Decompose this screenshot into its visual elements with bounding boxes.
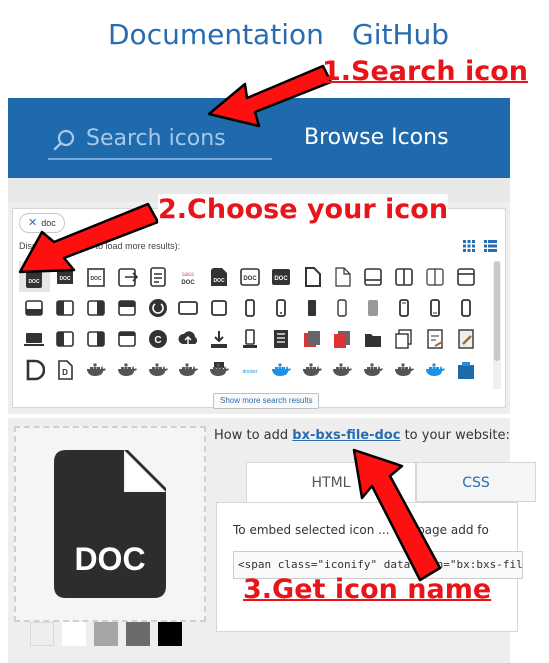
sass-doc-icon[interactable]: sass DOC [173,261,204,292]
phone-dock-icon[interactable] [235,323,266,354]
window-top-icon[interactable] [450,261,481,292]
arrow-2-icon [18,202,160,274]
tablet-gray-icon[interactable] [358,292,389,323]
svg-text:C: C [154,335,161,346]
tablet-left-icon[interactable] [50,323,81,354]
files-copy-icon[interactable] [389,323,420,354]
window-split-outline-icon[interactable] [419,261,450,292]
book-stack-icon[interactable] [265,323,296,354]
phone-device-icon[interactable] [235,292,266,323]
window-bottom-icon[interactable] [358,261,389,292]
arrow-3-icon [352,448,442,582]
view-toggle-icons[interactable] [463,239,497,253]
cloud-upload-icon[interactable] [173,323,204,354]
docker-text-icon[interactable]: docker [235,354,266,385]
svg-text:DOC: DOC [214,278,226,284]
docker-blue-icon[interactable] [265,354,296,385]
file-red-copy-icon[interactable] [296,323,327,354]
top-nav: Documentation GitHub [0,18,549,58]
swatch-white[interactable] [62,622,86,646]
icon-preview: DOC [14,426,206,622]
nav-documentation-link[interactable]: Documentation [108,18,324,51]
doc-sign-icon[interactable] [419,323,450,354]
howto-prefix: How to add [214,428,293,443]
annotation-step-3: 3.Get icon name [243,574,492,605]
phone-device-6-icon[interactable] [419,292,450,323]
window-split-icon[interactable] [389,261,420,292]
sync-doc-icon[interactable] [142,292,173,323]
docker-dark-3-icon[interactable] [358,354,389,385]
d-file-icon[interactable]: D [50,354,81,385]
download-tray-icon[interactable] [204,323,235,354]
file-red-copy-2-icon[interactable] [327,323,358,354]
docker-gray-icon[interactable] [81,354,112,385]
results-scrollbar[interactable] [493,261,501,389]
phone-device-2-icon[interactable] [265,292,296,323]
panel-right-icon[interactable] [81,292,112,323]
docker-gray-2-icon[interactable] [111,354,142,385]
arrow-1-icon [207,64,333,128]
panel-box-icon[interactable] [204,292,235,323]
laptop-icon[interactable] [19,323,50,354]
docker-gray-3-icon[interactable] [142,354,173,385]
file-outline-icon[interactable] [327,261,358,292]
doc-edit-icon[interactable] [450,323,481,354]
svg-text:sass: sass [182,272,194,278]
panel-wide-icon[interactable] [173,292,204,323]
doc-box-icon[interactable]: DOC [235,261,266,292]
swatch-gray[interactable] [94,622,118,646]
docker-dark-icon[interactable] [296,354,327,385]
doc-box-filled-icon[interactable]: DOC [265,261,296,292]
docker-blue-2-icon[interactable] [419,354,450,385]
annotation-step-2: 2.Choose your icon [158,194,449,225]
file-filled-icon[interactable] [296,261,327,292]
nav-github-link[interactable]: GitHub [352,18,449,51]
show-more-button[interactable]: Show more search results [213,393,320,409]
folder-copy-icon[interactable] [358,323,389,354]
phone-device-4-icon[interactable] [327,292,358,323]
svg-text:docker: docker [242,369,257,375]
tablet-right-icon[interactable] [81,323,112,354]
svg-text:D: D [62,368,68,377]
phone-device-7-icon[interactable] [450,292,481,323]
phone-device-5-icon[interactable] [389,292,420,323]
phone-device-3-icon[interactable] [296,292,327,323]
docker-dark-4-icon[interactable] [389,354,420,385]
docker-stack-icon[interactable] [204,354,235,385]
preview-doc-label: DOC [74,541,145,577]
color-swatches [30,622,182,646]
search-icon [53,129,75,151]
swatch-black[interactable] [158,622,182,646]
docker-gray-4-icon[interactable] [173,354,204,385]
file-doc-preview-icon: DOC [54,450,166,598]
window-thin-icon[interactable] [111,323,142,354]
annotation-step-1: 1.Search icon [322,56,528,87]
docker-box-icon[interactable] [450,354,481,385]
swatch-dark-gray[interactable] [126,622,150,646]
svg-text:DOC: DOC [274,276,288,282]
svg-text:DOC: DOC [243,276,257,282]
d-letter-icon[interactable] [19,354,50,385]
swatch-light-gray[interactable] [30,622,54,646]
panel-top-icon[interactable] [111,292,142,323]
panel-left-icon[interactable] [50,292,81,323]
doc-file-dark-icon[interactable]: DOC [204,261,235,292]
docker-dark-2-icon[interactable] [327,354,358,385]
svg-text:DOC: DOC [182,280,196,286]
docs-c-icon[interactable]: C [142,323,173,354]
panel-bottom-icon[interactable] [19,292,50,323]
